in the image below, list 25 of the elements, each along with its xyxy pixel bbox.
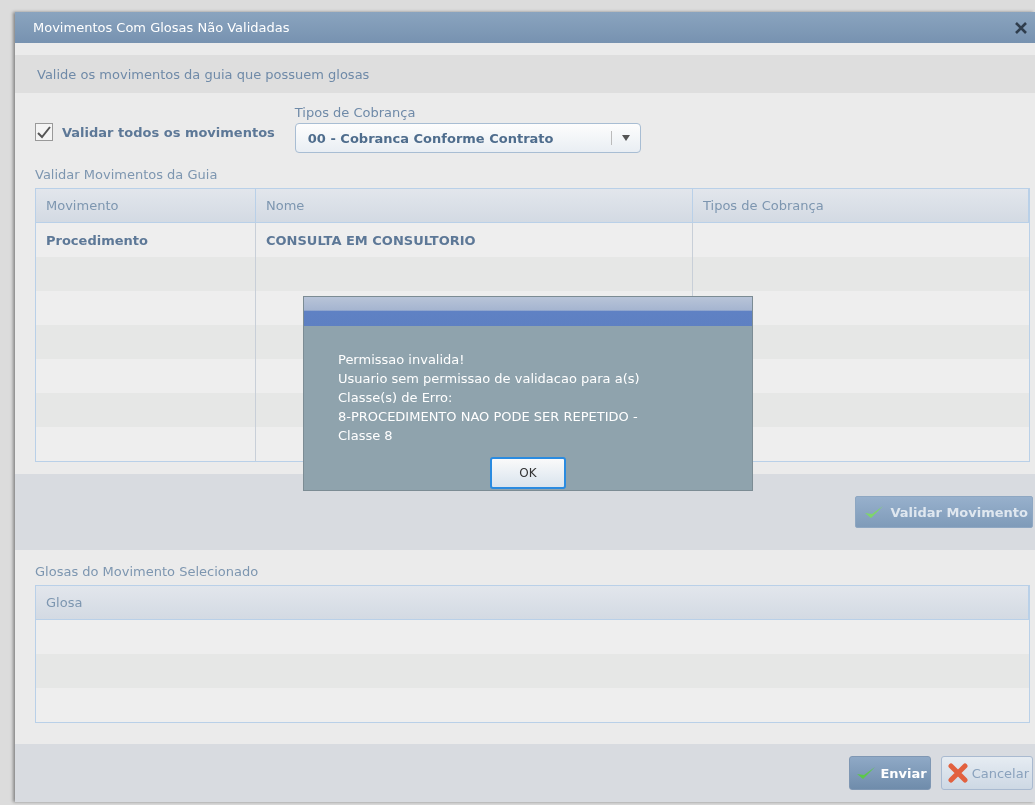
billing-type-dropdown[interactable]: 00 - Cobranca Conforme Contrato xyxy=(294,123,641,153)
section-title: Glosas do Movimento Selecionado xyxy=(34,563,260,581)
checkbox[interactable] xyxy=(35,123,53,141)
column-header: Movimento xyxy=(36,189,256,223)
column-header: Nome xyxy=(256,189,693,223)
check-icon xyxy=(856,765,877,781)
check-icon xyxy=(864,504,885,520)
dialog-title: Movimentos Com Glosas Não Validadas xyxy=(33,20,290,35)
cancel-button[interactable]: Cancelar xyxy=(940,756,1033,790)
column-header: Tipos de Cobrança xyxy=(693,189,1029,223)
alert-message-line: Classe(s) de Erro: xyxy=(338,390,454,405)
validate-movement-button[interactable]: Validar Movimento xyxy=(855,496,1033,528)
dialog-subtitle: Valide os movimentos da guia que possuem glosas xyxy=(37,66,370,82)
alert-message-line: Usuario sem permissao de validacao para a(s) xyxy=(338,371,641,386)
field-label: Tipos de Cobrança xyxy=(294,105,417,120)
close-icon[interactable] xyxy=(1015,21,1027,34)
section-title: Validar Movimentos da Guia xyxy=(34,166,219,184)
alert-message-line: Permissao invalida! xyxy=(338,352,466,367)
alert-message-line: 8-PROCEDIMENTO NAO PODE SER REPETIDO - xyxy=(338,409,639,424)
ok-button[interactable]: OK xyxy=(490,457,566,489)
close-icon xyxy=(947,763,968,783)
submit-button[interactable]: Enviar xyxy=(849,756,931,790)
alert-message-line: Classe 8 xyxy=(338,428,394,443)
column-header: Glosa xyxy=(36,586,1029,620)
checkbox-label: Validar todos os movimentos xyxy=(62,124,275,140)
